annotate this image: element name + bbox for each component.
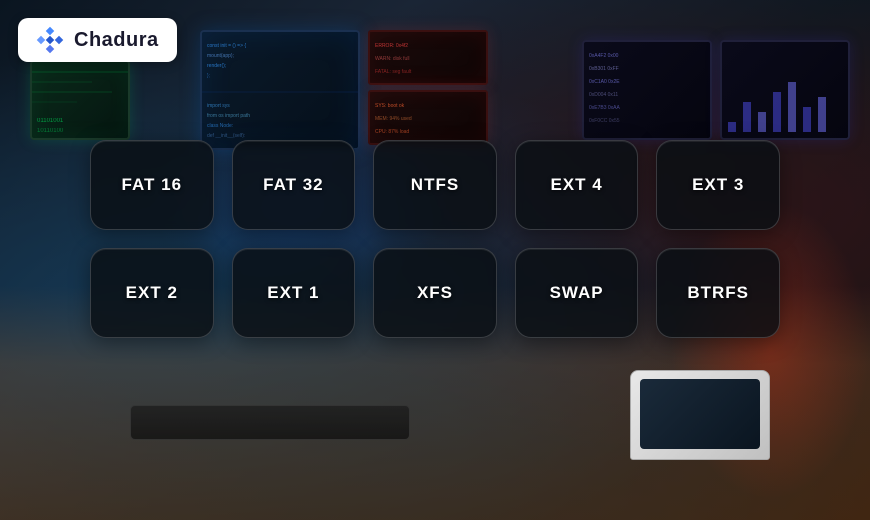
- svg-text:FATAL: seg fault: FATAL: seg fault: [375, 69, 412, 75]
- fs-button-ext2[interactable]: EXT 2: [90, 248, 214, 338]
- filesystem-grid: FAT 16 FAT 32 NTFS EXT 4 EXT 3 EXT 2 EXT 1 XFS S…: [90, 140, 780, 338]
- svg-text:const init = () => {: const init = () => {: [207, 43, 246, 49]
- fs-button-ntfs[interactable]: NTFS: [373, 140, 497, 230]
- chadura-logo-icon: [36, 26, 64, 54]
- fs-label-fat16: FAT 16: [122, 175, 182, 195]
- fs-label-btrfs: BTRFS: [687, 283, 749, 303]
- svg-text:0xE7B3 0xAA: 0xE7B3 0xAA: [589, 105, 621, 111]
- monitor-top: ERROR: 0x4f2 WARN: disk full FATAL: seg …: [368, 30, 488, 85]
- fs-label-xfs: XFS: [417, 283, 453, 303]
- fs-label-ext4: EXT 4: [550, 175, 602, 195]
- monitor-left: 01101001 10110100: [30, 60, 130, 140]
- fs-button-xfs[interactable]: XFS: [373, 248, 497, 338]
- logo-container: Chadura: [18, 18, 177, 62]
- svg-text:class Node:: class Node:: [207, 123, 233, 129]
- keyboard: [130, 405, 410, 440]
- svg-text:WARN: disk full: WARN: disk full: [375, 56, 410, 62]
- svg-text:0xA4F2 0x00: 0xA4F2 0x00: [589, 53, 619, 59]
- fs-button-btrfs[interactable]: BTRFS: [656, 248, 780, 338]
- svg-text:mount(app);: mount(app);: [207, 53, 234, 59]
- monitor-stack: ERROR: 0x4f2 WARN: disk full FATAL: seg …: [368, 30, 488, 150]
- laptop: [630, 370, 770, 460]
- monitor-far-right: [720, 40, 850, 140]
- svg-text:MEM: 94% used: MEM: 94% used: [375, 116, 412, 122]
- svg-text:0xC1A0 0x2E: 0xC1A0 0x2E: [589, 79, 620, 85]
- fs-label-ext2: EXT 2: [126, 283, 178, 303]
- monitor-bottom: SYS: boot ok MEM: 94% used CPU: 87% load: [368, 90, 488, 145]
- monitor-right: 0xA4F2 0x00 0xB301 0xFF 0xC1A0 0x2E 0xD0…: [582, 40, 712, 140]
- svg-text:0xF0CC 0x55: 0xF0CC 0x55: [589, 118, 620, 124]
- svg-text:def __init__(self):: def __init__(self):: [207, 133, 245, 139]
- fs-label-ext1: EXT 1: [267, 283, 319, 303]
- svg-text:CPU: 87% load: CPU: 87% load: [375, 129, 409, 135]
- svg-text:import sys: import sys: [207, 103, 230, 109]
- laptop-screen: [640, 379, 760, 449]
- svg-text:0xB301 0xFF: 0xB301 0xFF: [589, 66, 619, 72]
- svg-text:from os import path: from os import path: [207, 113, 250, 119]
- fs-button-ext4[interactable]: EXT 4: [515, 140, 639, 230]
- svg-text:render();: render();: [207, 63, 226, 69]
- monitor-center-group: const init = () => { mount(app); render(…: [200, 30, 488, 150]
- monitor-right-group: 0xA4F2 0x00 0xB301 0xFF 0xC1A0 0x2E 0xD0…: [582, 40, 850, 140]
- logo-text: Chadura: [74, 29, 159, 52]
- fs-button-ext3[interactable]: EXT 3: [656, 140, 780, 230]
- svg-text:0xD004 0x11: 0xD004 0x11: [589, 92, 618, 98]
- monitor-large: const init = () => { mount(app); render(…: [200, 30, 360, 150]
- fs-label-ntfs: NTFS: [411, 175, 459, 195]
- fs-label-ext3: EXT 3: [692, 175, 744, 195]
- svg-text:ERROR: 0x4f2: ERROR: 0x4f2: [375, 43, 408, 49]
- fs-button-fat16[interactable]: FAT 16: [90, 140, 214, 230]
- svg-text:01101001: 01101001: [37, 118, 64, 124]
- fs-button-swap[interactable]: SWAP: [515, 248, 639, 338]
- fs-button-ext1[interactable]: EXT 1: [232, 248, 356, 338]
- svg-text:10110100: 10110100: [37, 128, 64, 134]
- fs-button-fat32[interactable]: FAT 32: [232, 140, 356, 230]
- fs-label-fat32: FAT 32: [263, 175, 323, 195]
- svg-text:SYS: boot ok: SYS: boot ok: [375, 103, 405, 109]
- svg-text:};: };: [207, 73, 210, 79]
- fs-label-swap: SWAP: [550, 283, 604, 303]
